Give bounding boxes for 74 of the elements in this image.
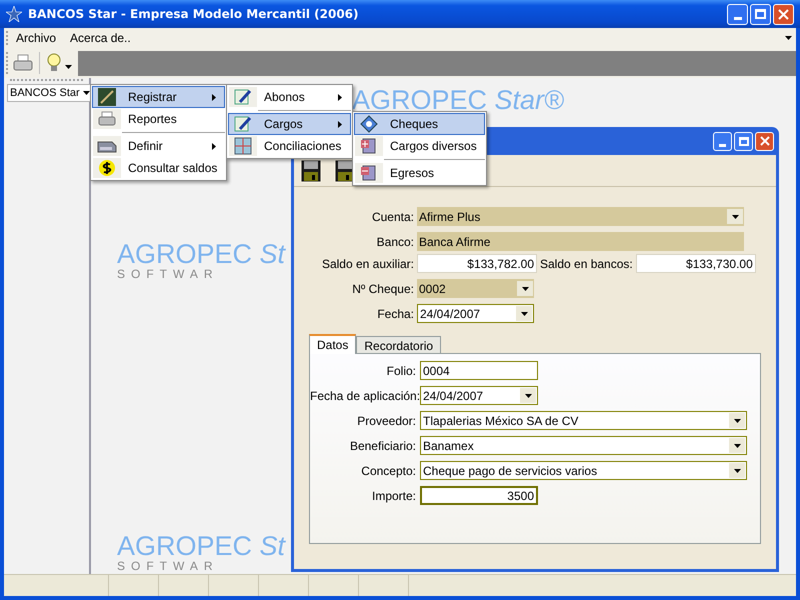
minimize-button[interactable] bbox=[713, 132, 732, 150]
close-button[interactable] bbox=[755, 132, 774, 150]
maximize-button[interactable] bbox=[734, 132, 753, 150]
amount-field[interactable]: 3500 bbox=[420, 486, 538, 505]
picture-icon bbox=[98, 88, 116, 106]
caret-icon bbox=[734, 444, 740, 448]
save-icon[interactable] bbox=[301, 160, 321, 182]
amount-field[interactable]: $133,730.00 bbox=[636, 254, 756, 273]
pen-icon bbox=[234, 115, 252, 133]
caret-icon bbox=[732, 214, 738, 218]
dropdown-field[interactable]: 0002 bbox=[417, 279, 534, 298]
dropdown-field[interactable]: 24/04/2007 bbox=[420, 386, 538, 405]
text-field[interactable]: Banca Afirme bbox=[417, 232, 744, 251]
field-label: Proveedor: bbox=[356, 412, 417, 430]
text-field[interactable]: 0004 bbox=[420, 361, 538, 380]
dropdown-field[interactable]: Cheque pago de servicios varios bbox=[420, 461, 747, 480]
menu-item[interactable]: Cargos diversos bbox=[354, 135, 485, 157]
close-icon bbox=[778, 8, 789, 20]
lightbulb-icon[interactable] bbox=[46, 53, 62, 73]
menu-item[interactable]: Cheques bbox=[354, 113, 485, 135]
caret-icon bbox=[522, 286, 528, 290]
close-icon bbox=[760, 136, 770, 146]
field-label: Folio: bbox=[386, 362, 417, 380]
dropdown-field[interactable]: Afirme Plus bbox=[417, 207, 744, 226]
plus-computer-icon bbox=[360, 137, 378, 155]
pen-icon bbox=[234, 88, 252, 106]
printer-icon bbox=[98, 111, 116, 127]
field-label: Importe: bbox=[370, 488, 417, 504]
caret-icon bbox=[82, 91, 90, 95]
logo-text: AGROPEC St bbox=[117, 240, 286, 268]
window-title: BANCOS Star - Empresa Modelo Mercantil (2006) bbox=[28, 6, 359, 23]
logo-tagline: SOFTWAR bbox=[117, 560, 220, 573]
caret-icon bbox=[520, 312, 528, 316]
menu-item[interactable]: Conciliaciones bbox=[228, 135, 351, 157]
caret-icon bbox=[734, 468, 740, 472]
dropdown-field[interactable]: 24/04/2007 bbox=[417, 304, 534, 323]
field-label: Banco: bbox=[376, 234, 415, 250]
caret-icon bbox=[785, 36, 792, 40]
field-label: Fecha de aplicación: bbox=[310, 388, 420, 404]
field-label: Beneficiario: bbox=[348, 438, 417, 454]
minimize-button[interactable] bbox=[727, 4, 748, 24]
menu-item[interactable]: Consultar saldos bbox=[92, 157, 225, 179]
field-label: Nº Cheque: bbox=[351, 280, 415, 298]
field-label: Concepto: bbox=[360, 462, 417, 480]
logo-text: AGROPEC St bbox=[117, 532, 286, 560]
caret-icon bbox=[734, 418, 740, 422]
caret-icon bbox=[524, 394, 532, 398]
printer-icon[interactable] bbox=[13, 53, 33, 73]
menu-item[interactable]: Cargos bbox=[228, 113, 351, 135]
menu-item[interactable]: Abonos bbox=[228, 86, 351, 108]
tab[interactable]: Datos bbox=[309, 334, 356, 354]
menu-bar-item[interactable]: Archivo bbox=[9, 29, 64, 47]
menu-bar-item[interactable]: Acerca de.. bbox=[63, 29, 138, 47]
field-label: Saldo en auxiliar: bbox=[320, 256, 415, 272]
close-button[interactable] bbox=[773, 4, 794, 24]
logo-tagline: SOFTWAR bbox=[117, 268, 220, 281]
dropdown-field[interactable]: Banamex bbox=[420, 436, 747, 455]
menu-item[interactable]: Registrar bbox=[92, 86, 225, 108]
amount-field[interactable]: $133,782.00 bbox=[417, 254, 537, 273]
field-label: Cuenta: bbox=[370, 208, 415, 226]
field-label: Fecha: bbox=[376, 306, 415, 322]
check-icon bbox=[360, 115, 378, 133]
star-icon bbox=[6, 6, 22, 22]
dropdown-field[interactable]: Tlapalerias México SA de CV bbox=[420, 411, 747, 430]
maximize-button[interactable] bbox=[750, 4, 771, 24]
menu-item[interactable]: Reportes bbox=[92, 108, 225, 130]
minus-computer-icon bbox=[360, 164, 378, 182]
field-label: Saldo en bancos: bbox=[539, 256, 634, 272]
grid-icon bbox=[234, 137, 252, 155]
dollar-icon bbox=[98, 159, 116, 177]
menu-item[interactable]: Egresos bbox=[354, 162, 485, 184]
tab[interactable]: Recordatorio bbox=[356, 336, 442, 353]
menu-item[interactable]: Definir bbox=[92, 135, 225, 157]
caret-icon bbox=[65, 65, 72, 69]
